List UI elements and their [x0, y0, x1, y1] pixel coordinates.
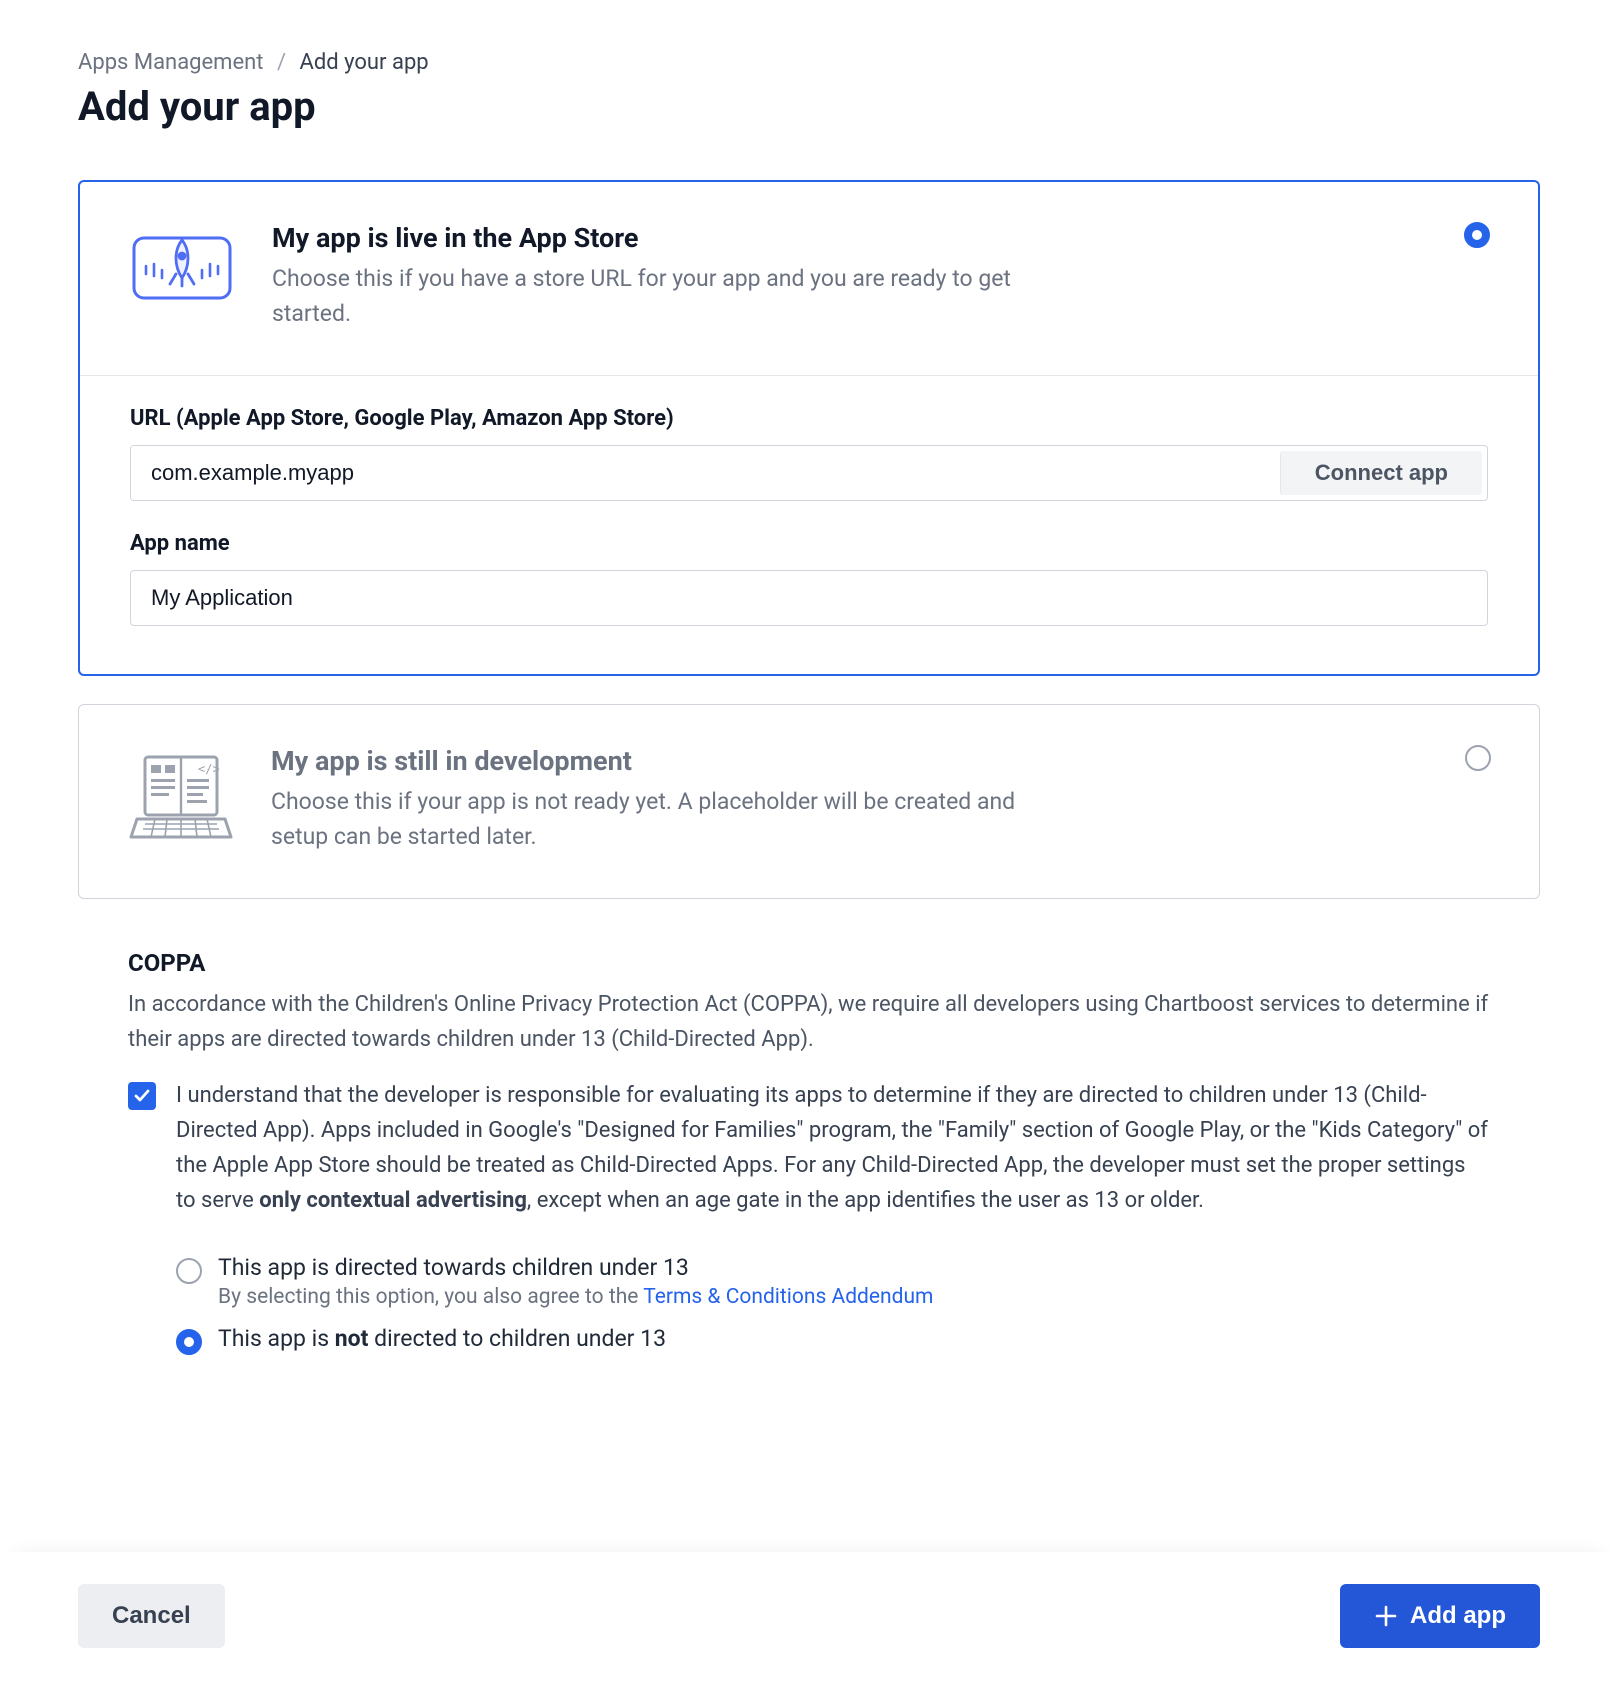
breadcrumb-root-link[interactable]: Apps Management	[78, 50, 264, 75]
footer-bar: Cancel Add app	[0, 1552, 1618, 1686]
coppa-heading: COPPA	[128, 949, 1490, 977]
option-dev-radio[interactable]	[1465, 745, 1491, 771]
laptop-code-icon: </>	[127, 745, 235, 843]
svg-text:</>: </>	[198, 762, 220, 776]
coppa-consent-text: I understand that the developer is respo…	[176, 1079, 1490, 1218]
app-name-input[interactable]	[130, 570, 1488, 626]
cancel-button[interactable]: Cancel	[78, 1584, 225, 1648]
rocket-icon	[128, 222, 236, 304]
coppa-consent-checkbox[interactable]	[128, 1082, 156, 1110]
page-title: Add your app	[78, 83, 1540, 130]
connect-app-button[interactable]: Connect app	[1280, 451, 1482, 495]
option-live-radio[interactable]	[1464, 222, 1490, 248]
check-icon	[133, 1087, 151, 1105]
coppa-option-directed-note: By selecting this option, you also agree…	[218, 1285, 933, 1309]
coppa-option-not-directed-radio[interactable]	[176, 1329, 202, 1355]
coppa-option-not-directed-label: This app is not directed to children und…	[218, 1325, 666, 1352]
add-app-button[interactable]: Add app	[1340, 1584, 1540, 1648]
terms-addendum-link[interactable]: Terms & Conditions Addendum	[643, 1285, 933, 1309]
url-label: URL (Apple App Store, Google Play, Amazo…	[130, 406, 1488, 431]
coppa-section: COPPA In accordance with the Children's …	[78, 949, 1540, 1355]
coppa-option-directed-radio[interactable]	[176, 1258, 202, 1284]
option-live-card[interactable]: My app is live in the App Store Choose t…	[78, 180, 1540, 676]
option-live-header: My app is live in the App Store Choose t…	[80, 182, 1538, 376]
breadcrumb: Apps Management / Add your app	[78, 50, 1540, 75]
option-dev-desc: Choose this if your app is not ready yet…	[271, 785, 1031, 854]
breadcrumb-current: Add your app	[300, 50, 429, 75]
breadcrumb-separator: /	[277, 50, 286, 75]
option-dev-header: </> My app is still in development Ch	[79, 705, 1539, 898]
url-input[interactable]	[131, 446, 1275, 500]
option-live-desc: Choose this if you have a store URL for …	[272, 262, 1032, 331]
option-dev-title: My app is still in development	[271, 745, 1429, 777]
plus-icon	[1374, 1604, 1398, 1628]
option-live-title: My app is live in the App Store	[272, 222, 1428, 254]
coppa-option-directed-label: This app is directed towards children un…	[218, 1254, 933, 1281]
option-dev-card[interactable]: </> My app is still in development Ch	[78, 704, 1540, 899]
app-name-label: App name	[130, 531, 1488, 556]
coppa-intro: In accordance with the Children's Online…	[128, 987, 1490, 1057]
